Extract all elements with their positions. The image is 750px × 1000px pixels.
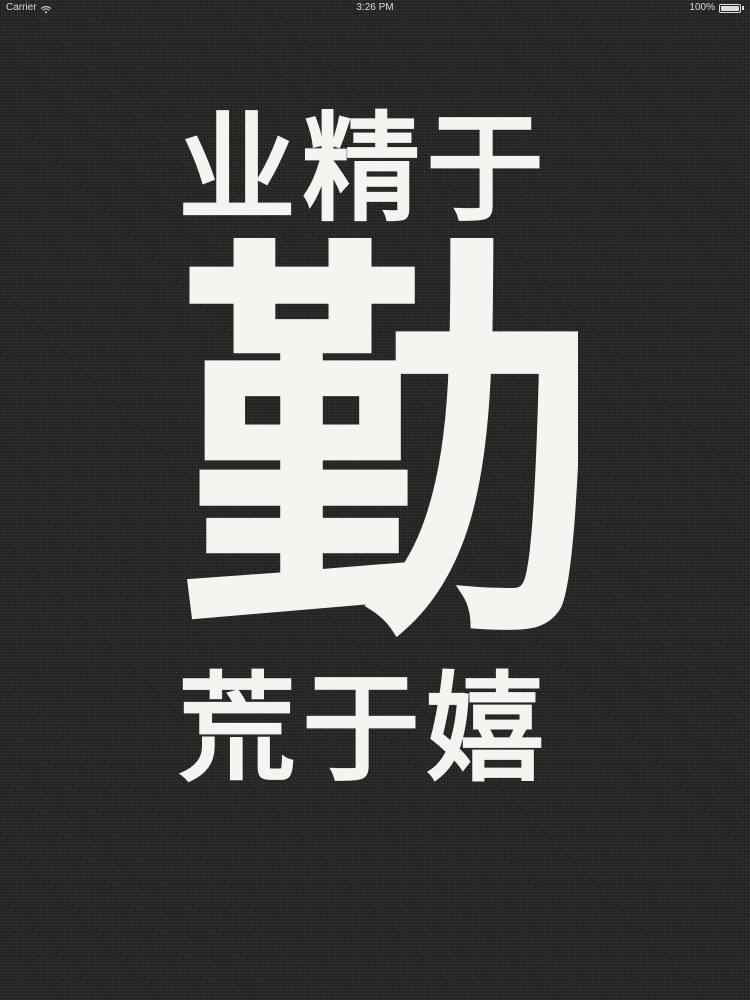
status-right: 100% <box>689 0 744 16</box>
battery-tip-icon <box>742 6 744 10</box>
poster: 业精于 勤 荒于嬉 <box>178 100 578 798</box>
battery-fill <box>721 5 739 11</box>
poster-line-bottom: 荒于嬉 <box>178 660 551 798</box>
poster-line-top: 业精于 <box>178 100 551 238</box>
status-time: 3:26 PM <box>356 2 394 13</box>
battery-label: 100% <box>689 2 715 13</box>
poster-big-character: 勤 <box>178 238 578 658</box>
battery-icon <box>719 3 741 13</box>
status-bar: Carrier 3:26 PM 100% <box>0 0 750 16</box>
